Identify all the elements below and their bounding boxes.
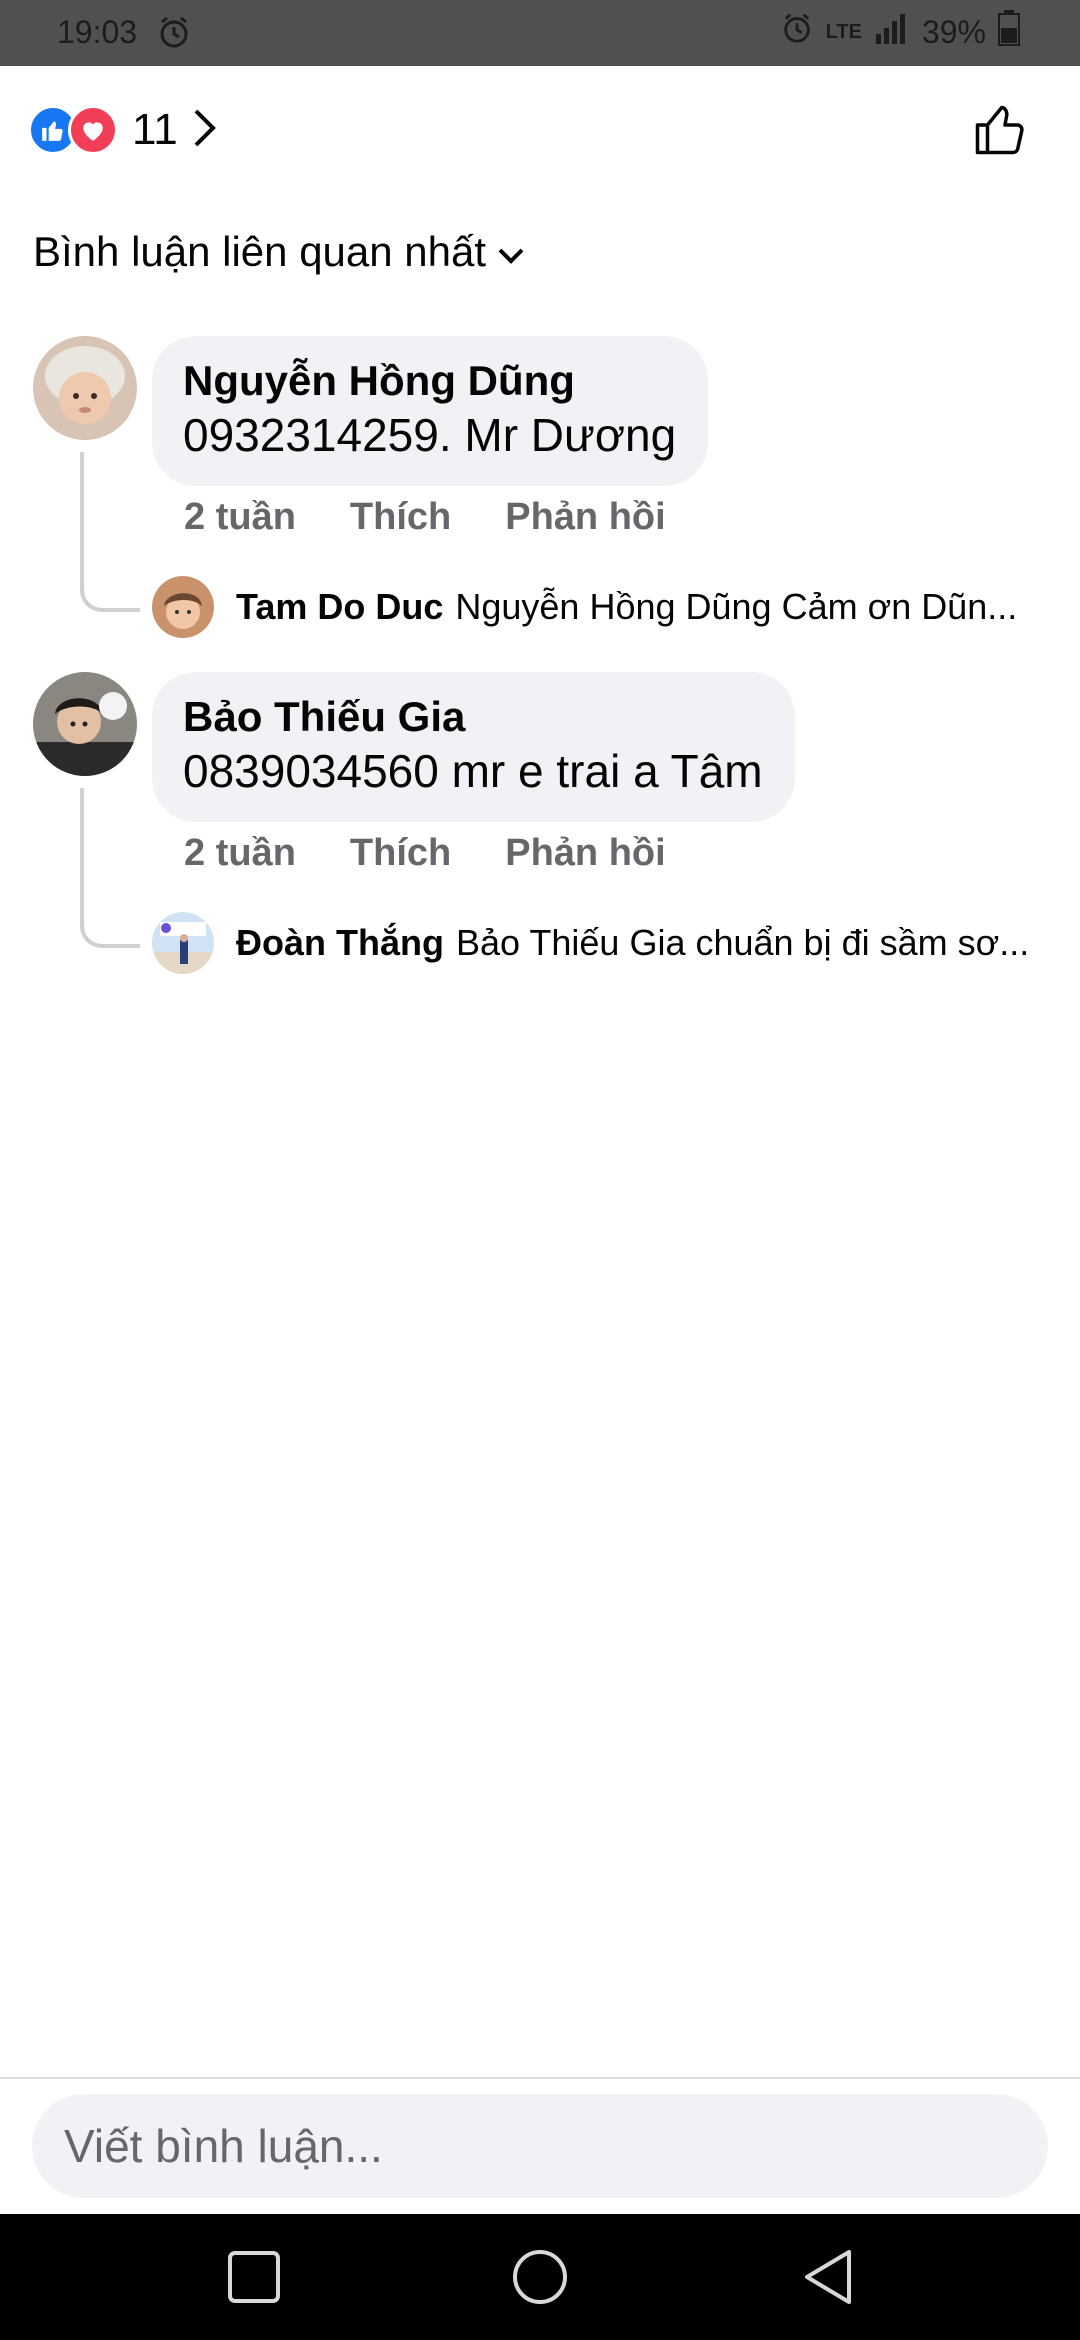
comment-input[interactable] <box>32 2094 1048 2198</box>
back-button[interactable] <box>728 2214 928 2340</box>
comment-text: 0932314259. Mr Dương <box>183 409 677 461</box>
comment-bubble[interactable]: Bảo Thiếu Gia 0839034560 mr e trai a Tâm <box>152 672 795 822</box>
composer-divider <box>0 2077 1080 2079</box>
avatar[interactable] <box>33 672 137 776</box>
chevron-right-icon[interactable] <box>192 107 218 154</box>
reply-text: Bảo Thiếu Gia chuẩn bị đi sầm sơ... <box>455 922 1030 963</box>
battery-percent: 39% <box>921 13 986 50</box>
back-icon <box>805 2250 851 2304</box>
reply-comment-button[interactable]: Phản hồi <box>505 496 665 539</box>
like-button-icon[interactable] <box>970 100 1030 165</box>
alarm-icon <box>780 11 814 53</box>
reply-text: Nguyễn Hồng Dũng Cảm ơn Dũn... <box>455 586 1018 627</box>
avatar[interactable] <box>33 336 137 440</box>
system-nav-bar <box>0 2214 1080 2340</box>
reaction-count: 11 <box>132 105 178 154</box>
comment-time: 2 tuần <box>184 496 296 538</box>
comment-text: 0839034560 mr e trai a Tâm <box>183 745 763 797</box>
comment-author[interactable]: Nguyễn Hồng Dũng <box>183 356 676 406</box>
avatar <box>152 576 214 638</box>
reply-author: Đoàn Thắng <box>236 922 444 963</box>
comment-bubble[interactable]: Nguyễn Hồng Dũng 0932314259. Mr Dương <box>152 336 709 486</box>
sort-label: Bình luận liên quan nhất <box>33 228 487 275</box>
like-comment-button[interactable]: Thích <box>350 496 451 539</box>
like-comment-button[interactable]: Thích <box>350 832 451 875</box>
comment-actions: 2 tuần Thích Phản hồi <box>184 832 720 875</box>
avatar <box>152 912 214 974</box>
status-bar: 19:03 LTE 39% <box>0 0 1080 66</box>
sort-selector[interactable]: Bình luận liên quan nhất <box>33 228 526 276</box>
reply-comment-button[interactable]: Phản hồi <box>505 832 665 875</box>
network-type: LTE <box>825 21 862 43</box>
home-button[interactable] <box>440 2214 640 2340</box>
comment-actions: 2 tuần Thích Phản hồi <box>184 496 720 539</box>
recents-button[interactable] <box>154 2214 354 2340</box>
recents-icon <box>228 2251 280 2303</box>
reactions-summary[interactable]: 11 <box>28 100 218 160</box>
reply-author: Tam Do Duc <box>236 586 444 627</box>
comment-time: 2 tuần <box>184 832 296 874</box>
comment-author[interactable]: Bảo Thiếu Gia <box>183 692 763 742</box>
battery-icon <box>998 10 1020 54</box>
signal-icon <box>874 12 910 52</box>
reply-preview[interactable]: Đoàn Thắng Bảo Thiếu Gia chuẩn bị đi sầm… <box>152 912 1052 974</box>
thread-line <box>80 788 140 948</box>
chevron-down-icon <box>486 228 526 276</box>
alarm-snooze-icon <box>156 14 192 58</box>
love-reaction-icon <box>68 105 118 155</box>
status-time: 19:03 <box>57 14 138 50</box>
home-icon <box>513 2250 567 2304</box>
reply-preview[interactable]: Tam Do Duc Nguyễn Hồng Dũng Cảm ơn Dũn..… <box>152 576 1052 638</box>
thread-line <box>80 452 140 612</box>
